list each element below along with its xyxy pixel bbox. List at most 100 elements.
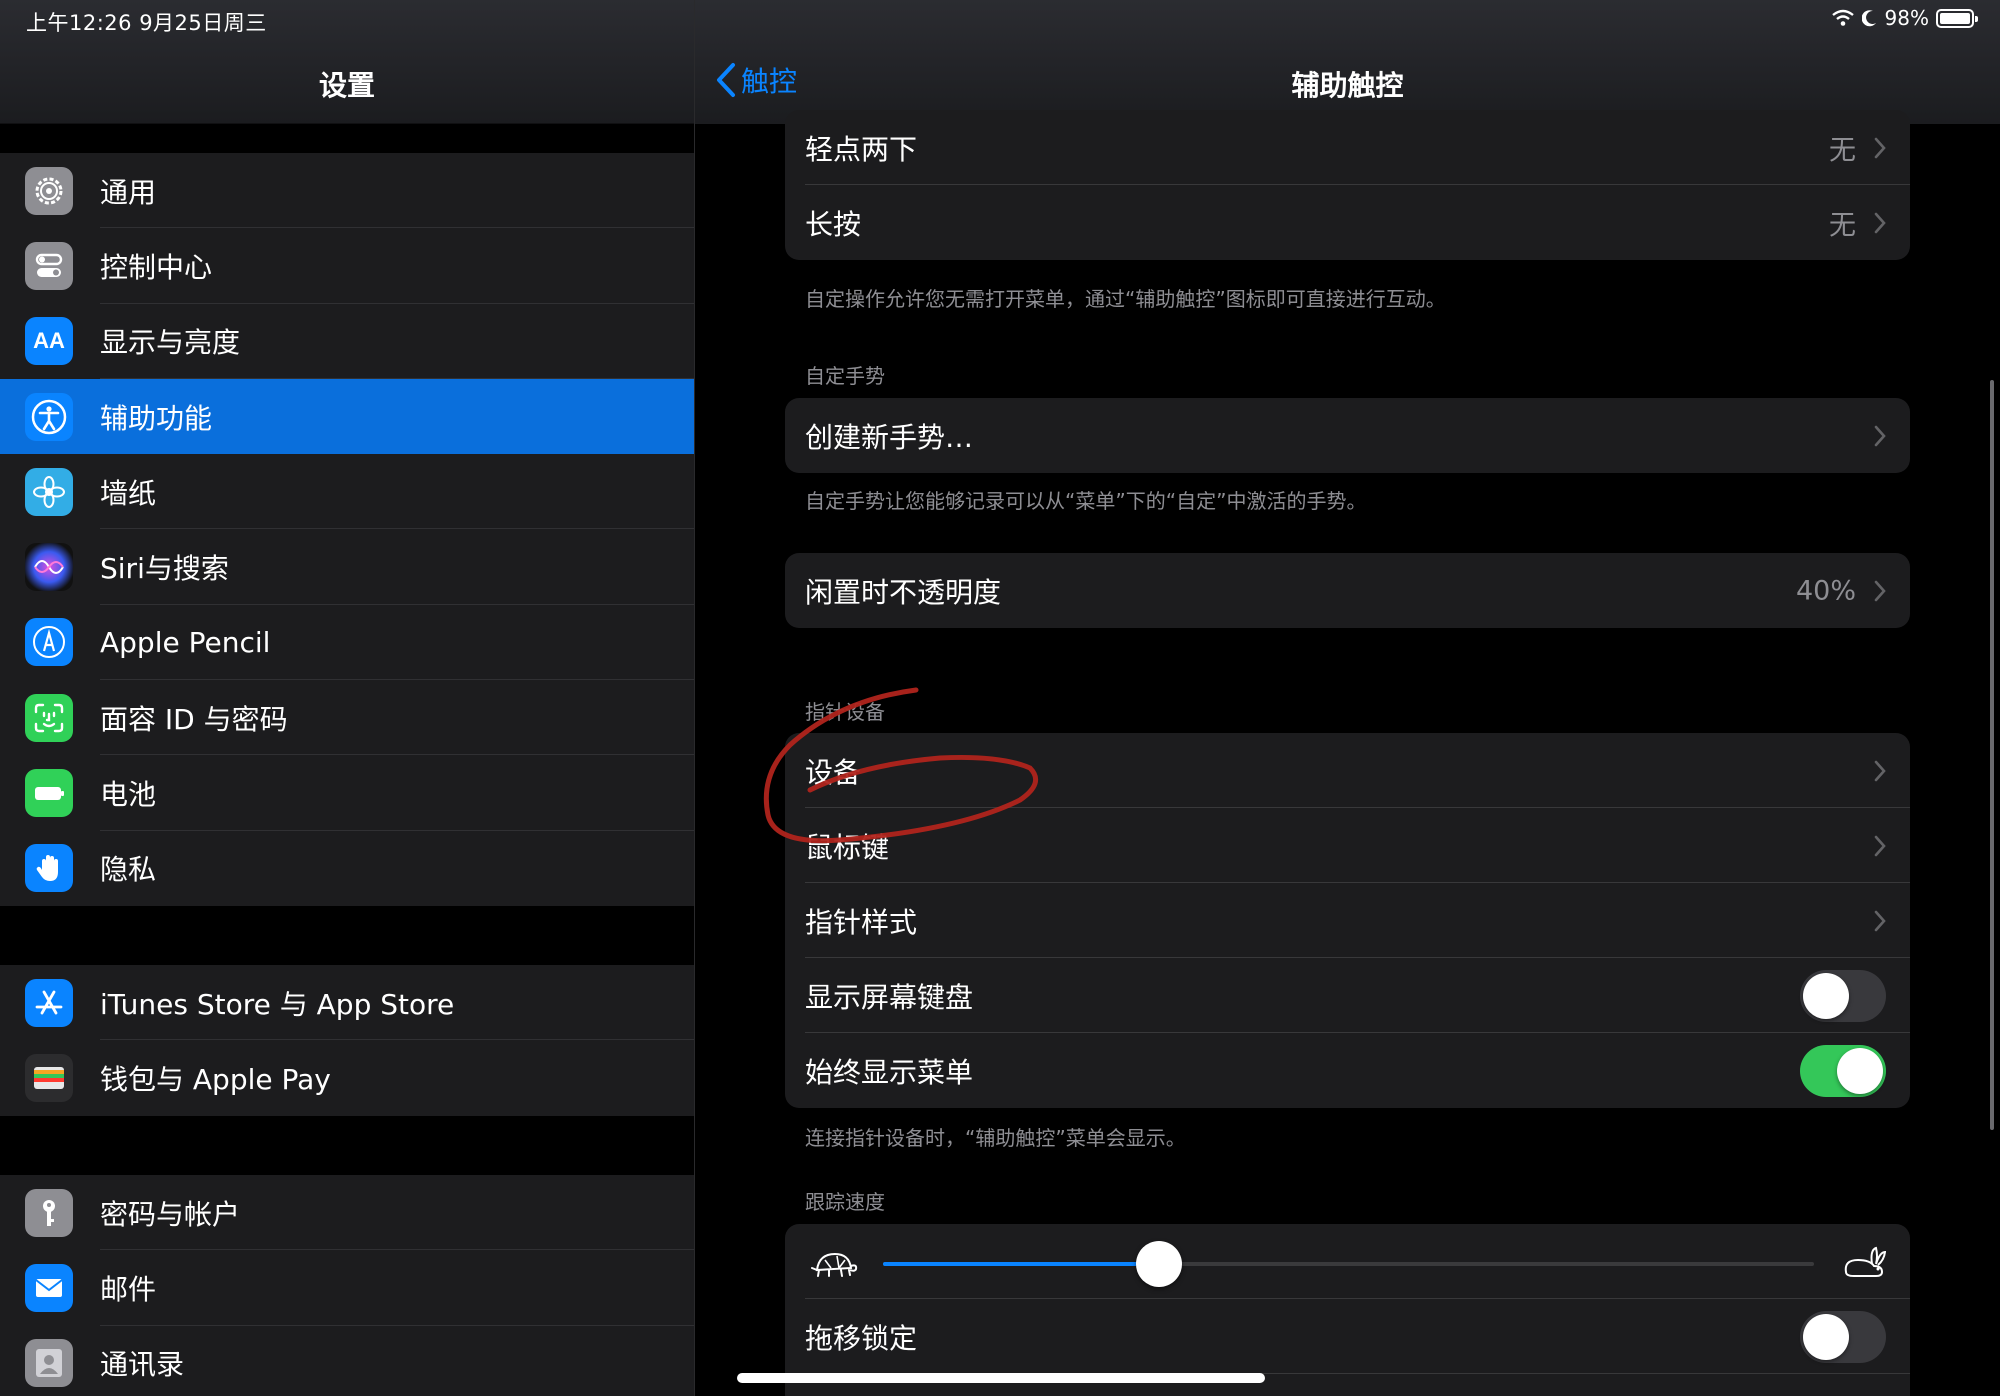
show-keyboard-row: 显示屏幕键盘 [785,958,1910,1033]
detail-pane: 触控 辅助触控 98% 轻点两下 无 长按 无 自定操作允许您无需打开菜单，通过… [695,0,2000,1396]
always-show-menu-row: 始终显示菜单 [785,1033,1910,1108]
toggles-icon [25,241,73,290]
double-tap-label: 轻点两下 [805,132,918,166]
chevron-right-icon [1874,212,1886,233]
idle-opacity-card: 闲置时不透明度 40% [785,553,1910,628]
sidebar-item-contacts[interactable]: 通讯录 [0,1326,694,1396]
double-tap-value: 无 [1829,135,1856,166]
long-press-value: 无 [1829,210,1856,241]
sidebar-item-wallpaper[interactable]: 墙纸 [0,454,694,530]
sidebar-item-label: 面容 ID 与密码 [100,702,288,736]
drag-lock-label: 拖移锁定 [805,1321,918,1355]
mail-icon [25,1263,73,1312]
page-title: 辅助触控 [1291,69,1404,102]
sidebar-item-label: 密码与帐户 [100,1197,241,1231]
idle-opacity-label: 闲置时不透明度 [805,575,1002,609]
devices-row[interactable]: 设备 [785,733,1910,808]
sidebar-item-apple-pencil[interactable]: Apple Pencil [0,605,694,681]
sidebar-item-display[interactable]: AA 显示与亮度 [0,304,694,379]
always-show-menu-toggle[interactable] [1800,1044,1886,1097]
wifi-icon [1831,9,1854,26]
chevron-right-icon [1874,580,1886,601]
battery-percent: 98% [1884,6,1929,30]
scrollbar[interactable] [1990,380,1994,1130]
sidebar-item-label: 隐私 [100,853,157,887]
pointer-devices-header: 指针设备 [805,700,885,724]
sidebar-item-wallet[interactable]: 钱包与 Apple Pay [0,1040,694,1115]
settings-sidebar: 上午12:26 9月25日周三 设置 通用 控制中心 AA 显示与亮度 辅助功能… [0,0,694,1396]
sidebar-item-label: 通讯录 [100,1348,185,1382]
create-gesture-row[interactable]: 创建新手势… [785,398,1910,473]
home-indicator[interactable] [737,1373,1265,1383]
slider-thumb[interactable] [1135,1241,1182,1287]
status-time: 上午12:26 9月25日周三 [26,11,267,35]
sidebar-item-label: 控制中心 [100,250,213,284]
pointer-style-label: 指针样式 [805,905,918,939]
moon-icon [1861,10,1876,27]
sidebar-item-face-id[interactable]: 面容 ID 与密码 [0,680,694,756]
flower-icon [25,467,73,516]
custom-gestures-header: 自定手势 [805,364,885,388]
long-press-row[interactable]: 长按 无 [785,185,1910,260]
slider-fill [883,1262,1159,1266]
idle-opacity-row[interactable]: 闲置时不透明度 40% [785,553,1910,628]
sidebar-header: 上午12:26 9月25日周三 设置 [0,0,694,124]
long-press-label: 长按 [805,207,862,241]
sidebar-item-app-store[interactable]: iTunes Store 与 App Store [0,965,694,1041]
idle-opacity-value: 40% [1795,575,1856,606]
mouse-keys-label: 鼠标键 [805,830,890,864]
wallet-icon [25,1053,73,1102]
battery-icon [25,769,73,818]
tracking-speed-header: 跟踪速度 [805,1190,885,1214]
show-keyboard-toggle[interactable] [1800,969,1886,1022]
pencil-icon [25,618,73,667]
sidebar-item-label: 通用 [100,175,157,209]
sidebar-item-control-center[interactable]: 控制中心 [0,228,694,304]
tracking-speed-card: 拖移锁定 [785,1224,1910,1396]
sidebar-item-label: Siri与搜索 [100,552,229,586]
custom-gestures-footnote: 自定手势让您能够记录可以从“菜单”下的“自定”中激活的手势。 [805,489,1367,513]
sidebar-item-label: 辅助功能 [100,401,213,435]
sidebar-item-label: 墙纸 [100,476,157,510]
sidebar-item-label: iTunes Store 与 App Store [100,987,455,1021]
chevron-right-icon [1874,835,1886,856]
accessibility-icon [25,392,73,441]
siri-icon [25,543,73,592]
sidebar-group-2: iTunes Store 与 App Store 钱包与 Apple Pay [0,965,694,1116]
sidebar-item-accessibility[interactable]: 辅助功能 [0,378,694,455]
status-indicators: 98% [1831,6,1978,30]
sidebar-item-label: 显示与亮度 [100,326,241,360]
sidebar-item-passwords[interactable]: 密码与帐户 [0,1175,694,1251]
sidebar-item-privacy[interactable]: 隐私 [0,831,694,906]
key-icon [25,1188,73,1237]
chevron-right-icon [1874,137,1886,158]
chevron-right-icon [1874,760,1886,781]
contacts-icon [25,1339,73,1388]
mouse-keys-row[interactable]: 鼠标键 [785,808,1910,883]
custom-gestures-card: 创建新手势… [785,398,1910,473]
drag-lock-toggle[interactable] [1800,1310,1886,1363]
battery-status-icon [1936,8,1978,28]
turtle-icon [811,1252,858,1277]
sidebar-item-mail[interactable]: 邮件 [0,1250,694,1326]
show-keyboard-label: 显示屏幕键盘 [805,980,974,1014]
double-tap-row[interactable]: 轻点两下 无 [785,110,1910,185]
sidebar-item-label: 钱包与 Apple Pay [100,1062,331,1096]
tracking-speed-slider[interactable] [883,1241,1814,1287]
sidebar-group-3: 密码与帐户 邮件 通讯录 [0,1175,694,1396]
drag-lock-row: 拖移锁定 [785,1299,1910,1374]
app-store-icon [25,978,73,1027]
sidebar-item-label: 电池 [100,778,157,812]
sidebar-group-1: 通用 控制中心 AA 显示与亮度 辅助功能 墙纸 Siri与搜索 Apple P… [0,153,694,906]
pointer-devices-footnote: 连接指针设备时，“辅助触控”菜单会显示。 [805,1126,1186,1150]
rabbit-icon [1844,1246,1886,1277]
tracking-speed-row [785,1224,1910,1299]
sidebar-item-label: 邮件 [100,1272,157,1306]
sidebar-title: 设置 [318,69,375,102]
text-size-icon: AA [25,317,73,366]
sidebar-item-battery[interactable]: 电池 [0,755,694,831]
sidebar-item-general[interactable]: 通用 [0,153,694,229]
sidebar-item-siri[interactable]: Siri与搜索 [0,529,694,605]
pointer-style-row[interactable]: 指针样式 [785,883,1910,958]
custom-actions-footnote: 自定操作允许您无需打开菜单，通过“辅助触控”图标即可直接进行互动。 [805,287,1446,311]
